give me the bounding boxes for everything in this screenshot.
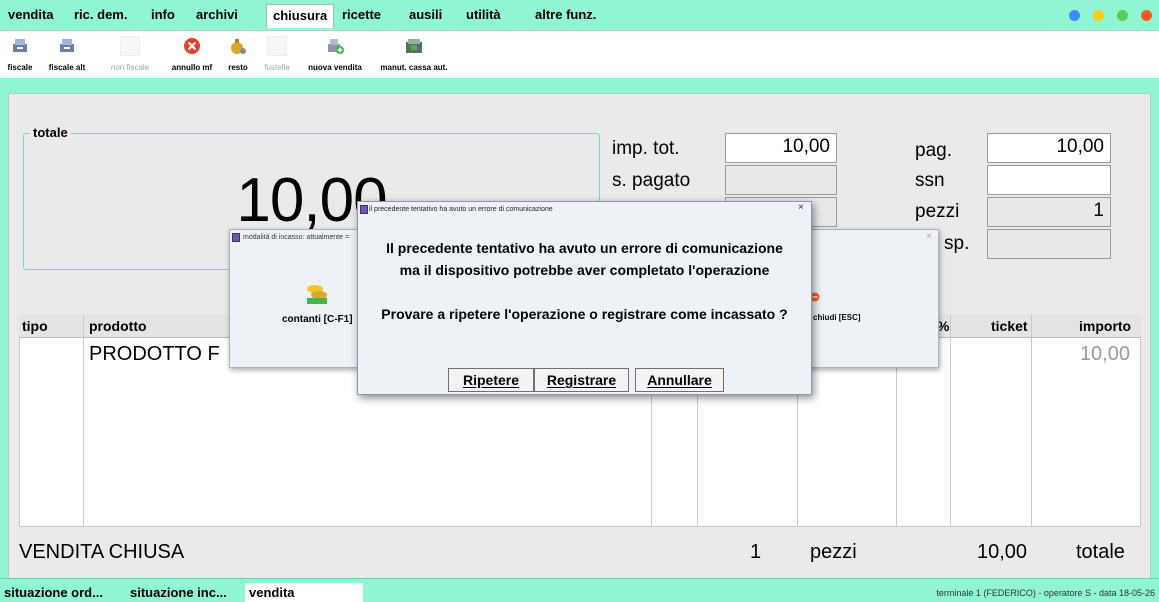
toolbar-nuova-vendita-button[interactable]: nuova vendita <box>297 31 373 77</box>
payment-dialog-close[interactable]: × <box>926 231 932 242</box>
blank-icon <box>120 36 140 56</box>
s-pagato-field[interactable] <box>725 165 837 195</box>
sp-label: sp. <box>944 233 970 254</box>
error-dialog-title: il precedente tentativo ha avuto un erro… <box>369 206 553 213</box>
window-minimize-button[interactable] <box>1093 10 1104 21</box>
payment-dialog-title: modalità di incasso: attualmente = <box>243 234 350 241</box>
sp-field[interactable] <box>987 229 1111 259</box>
header-importo: importo <box>1079 318 1132 334</box>
pezzi-label: pezzi <box>915 201 960 222</box>
blank-icon <box>267 36 287 56</box>
header-prodotto: prodotto <box>89 318 147 334</box>
menu-archivi[interactable]: archivi <box>190 4 244 28</box>
menu-bar: vendita ric. dem. info archivi chiusura … <box>0 0 1159 30</box>
column-divider <box>950 314 951 527</box>
ripetere-button[interactable]: Ripetere <box>448 368 534 392</box>
header-tipo: tipo <box>22 318 48 334</box>
contanti-label: contanti [C-F1] <box>282 314 353 325</box>
error-dialog-close[interactable]: × <box>798 202 804 213</box>
window-maximize-button[interactable] <box>1117 10 1128 21</box>
tab-situazione-ord[interactable]: situazione ord... <box>0 583 107 602</box>
toolbar-fiscale-alt-button[interactable]: fiscale alt <box>41 31 93 77</box>
menu-ricette[interactable]: ricette <box>336 4 387 28</box>
error-dialog <box>357 201 812 395</box>
chiudi-button[interactable]: chiudi [ESC] <box>810 292 880 328</box>
tab-situazione-inc[interactable]: situazione inc... <box>126 583 231 602</box>
app-icon <box>232 233 240 242</box>
ssn-field[interactable] <box>987 165 1111 195</box>
menu-utilita[interactable]: utilità <box>460 4 507 28</box>
toolbar-fustelle-button[interactable]: fustelle <box>259 31 295 77</box>
menu-ric-dem[interactable]: ric. dem. <box>68 4 133 28</box>
summary-pezzi-label: pezzi <box>810 541 857 563</box>
toolbar-annullo-mf-button[interactable]: annullo mf <box>165 31 219 77</box>
summary-pezzi-count: 1 <box>750 541 762 563</box>
toolbar-label: annullo mf <box>171 63 213 72</box>
terminal-info: terminale 1 (FEDERICO) - operatore S - d… <box>936 588 1155 598</box>
annullare-button[interactable]: Annullare <box>635 368 724 392</box>
summary-total-value: 10,00 <box>977 541 1028 563</box>
error-message-line2: ma il dispositivo potrebbe aver completa… <box>399 262 770 278</box>
totale-legend: totale <box>30 125 71 140</box>
menu-altre-funz[interactable]: altre funz. <box>529 4 602 28</box>
imp-tot-field[interactable]: 10,00 <box>725 133 837 163</box>
toolbar-resto-button[interactable]: resto <box>220 31 256 77</box>
pag-label: pag. <box>915 140 952 161</box>
row-importo: 10,00 <box>1079 343 1130 365</box>
s-pagato-label: s. pagato <box>612 170 691 191</box>
cash-machine-icon <box>406 39 422 53</box>
sale-status: VENDITA CHIUSA <box>19 541 185 563</box>
ssn-label: ssn <box>915 170 945 191</box>
toolbar-fiscale-button[interactable]: fiscale <box>0 31 40 77</box>
menu-info[interactable]: info <box>145 4 181 28</box>
error-message-line1: Il precedente tentativo ha avuto un erro… <box>386 240 783 256</box>
cash-coins-icon <box>307 285 327 304</box>
menu-chiusura[interactable]: chiusura <box>266 4 335 28</box>
money-bag-icon <box>231 39 246 54</box>
toolbar-manut-cassa-button[interactable]: manut. cassa aut. <box>373 31 455 77</box>
summary-total-label: totale <box>1076 541 1125 563</box>
contanti-button[interactable]: contanti [C-F1] <box>282 280 353 330</box>
row-prodotto[interactable]: PRODOTTO F <box>89 343 220 366</box>
toolbar-label: fiscale <box>7 63 33 72</box>
status-bar: situazione ord... situazione inc... vend… <box>0 578 1159 602</box>
toolbar-label: manut. cassa aut. <box>380 63 448 72</box>
sale-summary: VENDITA CHIUSA 1 pezzi 10,00 totale <box>19 533 1141 573</box>
tab-vendita[interactable]: vendita <box>245 583 363 602</box>
menu-vendita[interactable]: vendita <box>2 4 60 28</box>
header-ticket: ticket <box>991 318 1028 334</box>
toolbar-label: nuova vendita <box>308 63 362 72</box>
error-message-line3: Provare a ripetere l'operazione o regist… <box>381 306 788 322</box>
toolbar-non-fiscale-button[interactable]: non fiscale <box>99 31 161 77</box>
cancel-icon <box>184 38 200 54</box>
chiudi-label: chiudi [ESC] <box>813 313 861 322</box>
pag-field[interactable]: 10,00 <box>987 133 1111 163</box>
column-divider <box>83 314 84 527</box>
toolbar-label: fiscale alt <box>48 63 86 72</box>
imp-tot-label: imp. tot. <box>612 138 680 159</box>
menu-ausili[interactable]: ausili <box>403 4 448 28</box>
toolbar-label: resto <box>228 63 248 72</box>
pezzi-field[interactable]: 1 <box>987 197 1111 227</box>
window-close-button[interactable] <box>1141 10 1152 21</box>
window-info-button[interactable] <box>1069 10 1080 21</box>
new-sale-icon <box>328 39 344 54</box>
toolbar: fiscale fiscale alt non fiscale annullo … <box>0 30 1159 78</box>
cash-register-icon <box>13 39 27 52</box>
cash-register-alt-icon <box>60 39 74 52</box>
app-icon <box>360 205 368 214</box>
registrare-button[interactable]: Registrare <box>534 368 629 392</box>
toolbar-label: non fiscale <box>110 63 150 72</box>
toolbar-label: fustelle <box>264 63 290 72</box>
toolbar-separator <box>0 78 1159 88</box>
